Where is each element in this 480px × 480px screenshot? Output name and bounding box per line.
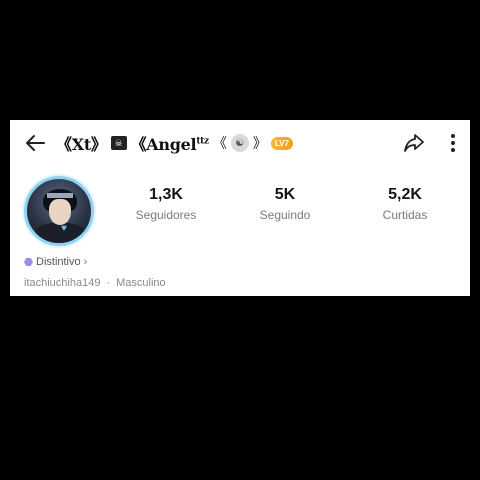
- hexagon-badge-icon: [24, 257, 33, 267]
- more-vertical-icon: [451, 134, 455, 152]
- badge-link[interactable]: Distintivo ›: [24, 254, 87, 270]
- username-deco-right: 》: [252, 136, 267, 152]
- profile-meta: itachiuchiha149 · Masculino: [24, 275, 166, 291]
- share-button[interactable]: [402, 131, 426, 155]
- likes-label: Curtidas: [382, 208, 428, 222]
- avatar-face: [49, 199, 71, 225]
- profile-username: 《Xt》 ☠ 《Angelttz 《 ☯ 》 LV7: [56, 128, 293, 158]
- followers-label: Seguidores: [135, 208, 197, 222]
- username-part-1: 《Xt》: [56, 135, 107, 154]
- following-label: Seguindo: [259, 208, 311, 222]
- likes-count: 5,2K: [388, 186, 422, 203]
- following-count: 5K: [274, 186, 296, 203]
- avatar-headband: [47, 193, 73, 198]
- more-options-button[interactable]: [444, 130, 462, 156]
- heart-icon: ♥: [61, 223, 67, 234]
- profile-card: 《Xt》 ☠ 《Angelttz 《 ☯ 》 LV7 ♥ 1,3K Seguid…: [10, 120, 470, 296]
- username-deco-left: 《: [212, 136, 227, 152]
- back-button[interactable]: [22, 130, 48, 156]
- level-badge: LV7: [270, 136, 293, 150]
- stat-following[interactable]: 5K Seguindo: [235, 184, 335, 222]
- username-superscript: ttz: [196, 136, 209, 147]
- avatar-cloak: [35, 223, 85, 243]
- stat-followers[interactable]: 1,3K Seguidores: [116, 184, 216, 222]
- user-gender: Masculino: [116, 277, 166, 289]
- share-icon: [404, 134, 424, 152]
- meta-separator: ·: [106, 277, 111, 289]
- chevron-right-icon: ›: [83, 256, 88, 268]
- pirate-flag-icon: ☠: [110, 136, 127, 150]
- avatar[interactable]: ♥: [24, 176, 94, 246]
- spirit-icon: ☯: [230, 134, 249, 152]
- user-handle: itachiuchiha149: [24, 277, 101, 289]
- arrow-left-icon: [26, 135, 45, 151]
- stat-likes[interactable]: 5,2K Curtidas: [355, 184, 455, 222]
- followers-count: 1,3K: [149, 186, 183, 203]
- badge-label: Distintivo: [36, 256, 81, 268]
- username-part-2: 《Angelttz: [130, 135, 210, 154]
